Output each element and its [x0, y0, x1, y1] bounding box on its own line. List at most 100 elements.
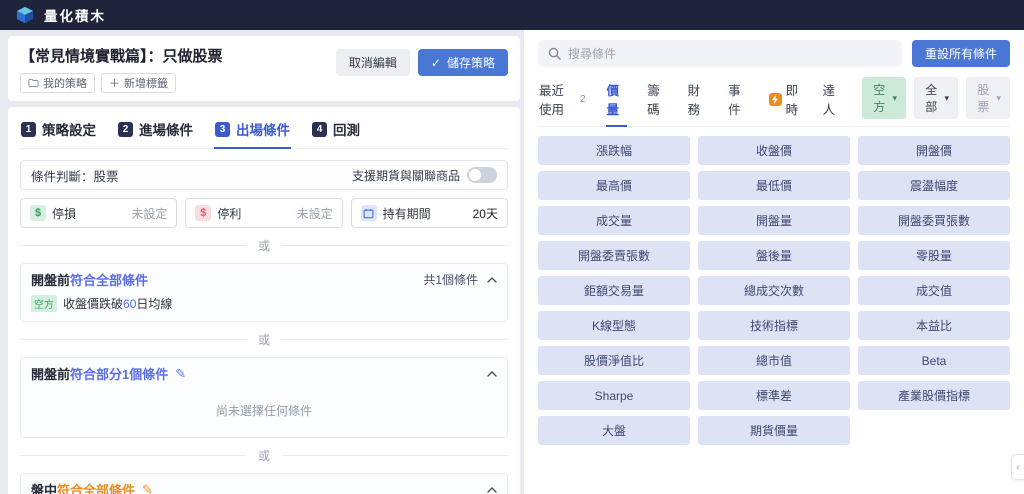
empty-conditions-text: 尚未選擇任何條件 — [215, 404, 312, 418]
condition-item[interactable]: 盤後量 — [698, 241, 850, 270]
collapse-section-button[interactable] — [487, 486, 497, 493]
chevron-up-icon — [487, 276, 497, 283]
condition-item[interactable]: 開盤委賣張數 — [538, 241, 690, 270]
picker-tab-最近使用[interactable]: 最近使用 2 — [538, 76, 587, 126]
filter-label: 空方 — [873, 83, 886, 114]
save-strategy-button[interactable]: ✓ 儲存策略 — [417, 49, 508, 76]
picker-tab-達人[interactable]: 達人 — [821, 76, 843, 126]
step-number: 2 — [118, 121, 133, 137]
picker-tab-財務[interactable]: 財務 — [687, 76, 709, 126]
condition-item[interactable]: Sharpe — [538, 381, 690, 410]
step-label: 策略設定 — [42, 123, 96, 138]
picker-tab-事件[interactable]: 事件 — [727, 76, 749, 126]
condition-item[interactable]: 股價淨值比 — [538, 346, 690, 375]
condition-item[interactable]: 最低價 — [698, 171, 850, 200]
divider-line — [282, 339, 509, 340]
picker-tab-價量[interactable]: 價量 — [605, 76, 628, 127]
condition-section: 盤中符合全部條件✎尚未選擇任何即時條件 — [20, 473, 508, 494]
strategy-tag-chip[interactable]: 我的策略 — [20, 73, 95, 93]
condition-item[interactable]: 技術指標 — [698, 311, 850, 340]
condition-grid: 漲跌幅 收盤價 開盤價最高價 最低價 震盪幅度成交量 開盤量 開盤委買張數開盤委賣張數 盤後量… — [538, 136, 1010, 445]
collapse-section-button[interactable] — [487, 276, 497, 283]
edit-icon[interactable]: ✎ — [175, 367, 186, 380]
field-label: 停損 — [52, 206, 77, 221]
filter-label: 全部 — [925, 83, 938, 114]
toggle-knob — [469, 169, 481, 181]
condition-item[interactable]: 開盤價 — [858, 136, 1010, 165]
condition-item[interactable]: 成交量 — [538, 206, 690, 235]
condition-item[interactable]: Beta — [858, 346, 1010, 375]
picker-tab-label: 達人 — [822, 84, 835, 117]
collapse-section-button[interactable] — [487, 370, 497, 377]
picker-tab-籌碼[interactable]: 籌碼 — [646, 76, 668, 126]
reset-all-conditions-button[interactable]: 重設所有條件 — [911, 40, 1010, 67]
condition-item[interactable]: 收盤價 — [698, 136, 850, 165]
filter-dropdown-股票[interactable]: 股票 ▾ — [966, 77, 1010, 119]
strategy-editor-panel: 【常見情境實戰篇】：只做股票 我的策略 ＋ 新增標籤 取消編輯 ✓ 儲存策略 1 策略設… — [8, 36, 520, 494]
step-tab-3[interactable]: 3 出場條件 — [214, 117, 291, 149]
step-tab-1[interactable]: 1 策略設定 — [20, 117, 97, 148]
step-label: 出場條件 — [236, 123, 290, 138]
condition-item[interactable]: 漲跌幅 — [538, 136, 690, 165]
condition-item[interactable]: 開盤委買張數 — [858, 206, 1010, 235]
field-value: 未設定 — [296, 206, 333, 221]
search-conditions-input[interactable] — [568, 46, 892, 61]
condition-item[interactable]: 本益比 — [858, 311, 1010, 340]
condition-item[interactable]: K線型態 — [538, 311, 690, 340]
filter-dropdown-空方[interactable]: 空方 ▾ — [862, 77, 907, 119]
condition-item[interactable]: 成交值 — [858, 276, 1010, 305]
cancel-edit-button[interactable]: 取消編輯 — [335, 49, 410, 76]
condition-item[interactable]: 總成交次數 — [698, 276, 850, 305]
condition-item[interactable]: 總市值 — [698, 346, 850, 375]
step-tabs: 1 策略設定 2 進場條件 3 出場條件 4 回測 — [20, 117, 508, 149]
strategy-tag-chip[interactable]: ＋ 新增標籤 — [101, 73, 176, 93]
condition-text: 收盤價跌破60日均線 — [63, 297, 173, 311]
section-match-link[interactable]: 符合全部條件 — [57, 480, 135, 494]
condition-section-header: 開盤前 符合部分1個條件 ✎ — [21, 358, 507, 388]
app-title: 量化積木 — [44, 9, 106, 24]
or-divider: 或 — [20, 331, 509, 348]
realtime-icon — [768, 92, 782, 106]
strategy-tag-row: 我的策略 ＋ 新增標籤 — [20, 73, 223, 93]
edit-icon[interactable]: ✎ — [142, 483, 153, 494]
tag-label: 新增標籤 — [124, 78, 168, 90]
condition-item[interactable]: 期貨價量 — [698, 416, 850, 445]
dollar-icon: $ — [30, 205, 46, 221]
field-value: 20天 — [472, 206, 498, 221]
or-label: 或 — [258, 449, 271, 463]
picker-tab-label: 最近使用 — [539, 84, 565, 117]
section-match-link[interactable]: 符合部分1個條件 — [70, 364, 168, 383]
picker-tab-label: 即時 — [785, 84, 799, 117]
step-number: 3 — [215, 121, 230, 137]
step-tab-2[interactable]: 2 進場條件 — [117, 117, 194, 148]
picker-tab-label: 價量 — [606, 84, 620, 117]
divider-line — [20, 455, 246, 456]
condition-row[interactable]: 空方 收盤價跌破60日均線 — [21, 294, 507, 321]
section-match-link[interactable]: 符合全部條件 — [70, 270, 148, 289]
condition-section-header: 開盤前 符合全部條件 共1個條件 — [21, 264, 507, 294]
condition-item[interactable]: 震盪幅度 — [858, 171, 1010, 200]
or-divider: 或 — [20, 237, 509, 254]
step-number: 1 — [21, 121, 36, 137]
condition-item[interactable]: 開盤量 — [698, 206, 850, 235]
condition-item[interactable]: 零股量 — [858, 241, 1010, 270]
step-label: 進場條件 — [139, 123, 193, 138]
step-number: 4 — [312, 121, 327, 137]
plus-icon: ＋ — [109, 78, 120, 90]
condition-item[interactable]: 鉅額交易量 — [538, 276, 690, 305]
condition-item[interactable]: 標準差 — [698, 381, 850, 410]
exit-field[interactable]: 持有期間 20天 — [350, 198, 508, 228]
exit-field[interactable]: $ 停損 未設定 — [20, 198, 178, 228]
picker-tab-即時[interactable]: 即時 — [768, 76, 803, 126]
collapse-panel-button[interactable]: ‹ — [1011, 454, 1024, 480]
condition-item[interactable]: 大盤 — [538, 416, 690, 445]
step-tab-4[interactable]: 4 回測 — [311, 117, 361, 148]
picker-filters: 空方 ▾ 全部 ▾ 股票 ▾ — [862, 77, 1010, 126]
exit-field[interactable]: $ 停利 未設定 — [185, 198, 343, 228]
filter-dropdown-全部[interactable]: 全部 ▾ — [914, 77, 958, 119]
picker-tabs: 最近使用 2 價量 籌碼 財務 事件 即時 達人 — [538, 76, 862, 127]
tag-label: 我的策略 — [43, 78, 87, 90]
condition-item[interactable]: 產業股價指標 — [858, 381, 1010, 410]
futures-support-toggle[interactable] — [467, 167, 497, 183]
condition-item[interactable]: 最高價 — [538, 171, 690, 200]
